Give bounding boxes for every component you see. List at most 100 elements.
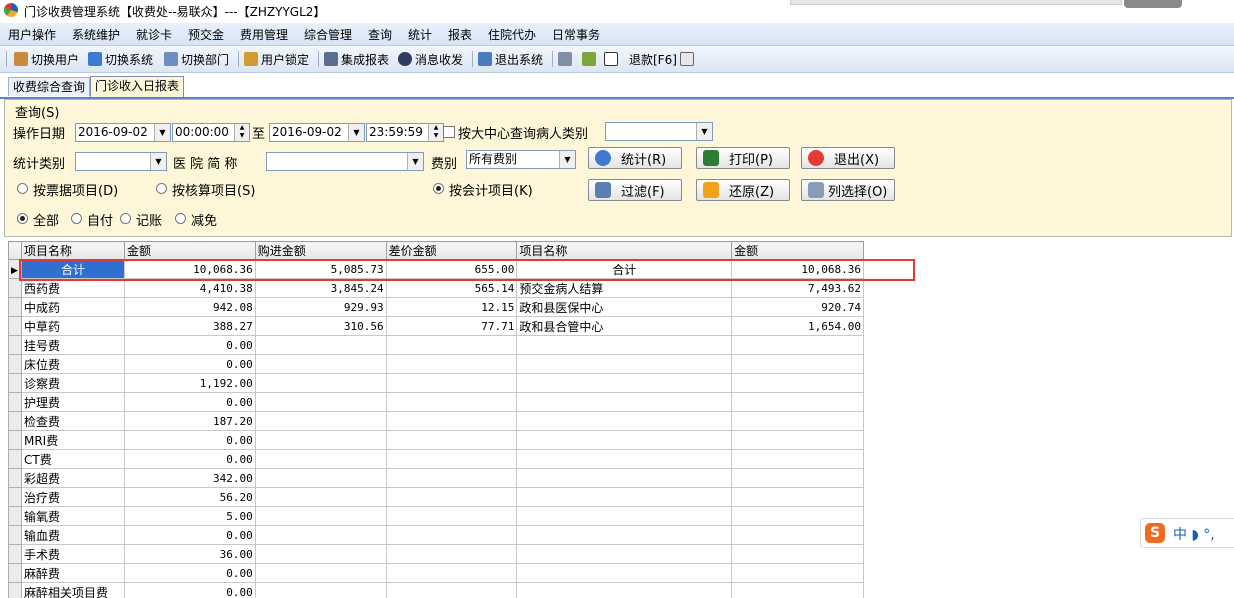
cell-item-name-2[interactable] <box>516 354 733 374</box>
chevron-down-icon[interactable]: ▼ <box>696 123 712 140</box>
cell-item-name-2[interactable]: 合计 <box>516 259 733 279</box>
col-header-amount-2[interactable]: 金额 <box>731 241 864 260</box>
end-date-picker[interactable]: 2016-09-02 ▼ <box>269 123 365 142</box>
cell-diff-amount[interactable] <box>385 392 518 412</box>
menu-user-ops[interactable]: 用户操作 <box>8 26 56 43</box>
cell-amount[interactable]: 0.00 <box>123 582 256 598</box>
cell-item-name[interactable]: 麻醉相关项目费 <box>20 582 125 598</box>
menu-visit-card[interactable]: 就诊卡 <box>136 26 172 43</box>
menu-comprehensive[interactable]: 综合管理 <box>304 26 352 43</box>
cell-diff-amount[interactable] <box>385 582 518 598</box>
table-row[interactable]: 床位费 0.00 <box>8 354 864 374</box>
table-row[interactable]: 麻醉费 0.00 <box>8 563 864 583</box>
refund-button[interactable]: 退款[F6] <box>604 50 677 68</box>
ime-toolbar[interactable]: S 中 ◗ °, <box>1140 518 1234 548</box>
cell-amount[interactable]: 4,410.38 <box>123 278 256 298</box>
cell-amount[interactable]: 0.00 <box>123 335 256 355</box>
cell-purchase-amount[interactable] <box>254 354 387 374</box>
hospital-select[interactable]: ▼ <box>266 152 424 171</box>
cell-purchase-amount[interactable] <box>254 430 387 450</box>
cell-amount[interactable]: 1,192.00 <box>123 373 256 393</box>
col-header-purchase-amount[interactable]: 购进金额 <box>254 241 387 260</box>
menu-fee-management[interactable]: 费用管理 <box>240 26 288 43</box>
fee-type-select[interactable]: 所有费别 ▼ <box>466 150 576 169</box>
cell-item-name-2[interactable] <box>516 449 733 469</box>
stat-type-select[interactable]: ▼ <box>75 152 167 171</box>
radio-bill-item[interactable] <box>17 183 28 194</box>
row-indicator[interactable] <box>8 278 22 298</box>
table-row[interactable]: 治疗费 56.20 <box>8 487 864 507</box>
table-row[interactable]: 中草药 388.27 310.56 77.71 政和县合管中心 1,654.00 <box>8 316 864 336</box>
row-indicator[interactable] <box>8 430 22 450</box>
cell-amount-2[interactable] <box>731 335 864 355</box>
menu-prepayment[interactable]: 预交金 <box>188 26 224 43</box>
table-row[interactable]: CT费 0.00 <box>8 449 864 469</box>
menu-query[interactable]: 查询 <box>368 26 392 43</box>
row-indicator[interactable] <box>8 411 22 431</box>
cell-purchase-amount[interactable] <box>254 373 387 393</box>
cell-amount[interactable]: 0.00 <box>123 354 256 374</box>
cell-diff-amount[interactable] <box>385 430 518 450</box>
cell-item-name-2[interactable] <box>516 544 733 564</box>
start-time-field[interactable]: 00:00:00 ▲ ▼ <box>172 123 250 142</box>
chevron-down-icon[interactable]: ▼ <box>407 153 423 170</box>
cell-item-name[interactable]: 中成药 <box>20 297 125 317</box>
menu-inpatient-agency[interactable]: 住院代办 <box>488 26 536 43</box>
notes-tool-button[interactable] <box>680 50 697 68</box>
cell-amount[interactable]: 5.00 <box>123 506 256 526</box>
tab-daily-income-report[interactable]: 门诊收入日报表 <box>90 76 185 97</box>
table-row[interactable]: 输血费 0.00 <box>8 525 864 545</box>
row-indicator[interactable] <box>8 297 22 317</box>
cell-amount[interactable]: 0.00 <box>123 449 256 469</box>
cell-item-name[interactable]: 诊察费 <box>20 373 125 393</box>
message-button[interactable]: 消息收发 <box>398 50 463 68</box>
cell-amount-2[interactable]: 10,068.36 <box>731 259 864 279</box>
cell-item-name[interactable]: 麻醉费 <box>20 563 125 583</box>
cell-purchase-amount[interactable] <box>254 506 387 526</box>
cell-amount-2[interactable] <box>731 582 864 598</box>
row-indicator[interactable] <box>8 563 22 583</box>
cell-item-name[interactable]: 手术费 <box>20 544 125 564</box>
cell-purchase-amount[interactable] <box>254 563 387 583</box>
row-indicator[interactable] <box>8 373 22 393</box>
col-header-item-name[interactable]: 项目名称 <box>20 241 125 260</box>
chevron-down-icon[interactable]: ▼ <box>348 124 364 141</box>
row-indicator[interactable] <box>8 468 22 488</box>
cell-item-name[interactable]: 床位费 <box>20 354 125 374</box>
cell-purchase-amount[interactable]: 3,845.24 <box>254 278 387 298</box>
cell-item-name[interactable]: MRI费 <box>20 430 125 450</box>
cell-item-name[interactable]: 输血费 <box>20 525 125 545</box>
row-indicator[interactable] <box>8 449 22 469</box>
menu-system-maintenance[interactable]: 系统维护 <box>72 26 120 43</box>
cell-amount-2[interactable] <box>731 411 864 431</box>
restore-button[interactable]: 还原(Z) <box>696 179 790 201</box>
cell-item-name-2[interactable] <box>516 582 733 598</box>
cell-diff-amount[interactable] <box>385 525 518 545</box>
cell-amount-2[interactable] <box>731 525 864 545</box>
radio-account-item[interactable] <box>433 183 444 194</box>
cell-item-name[interactable]: 治疗费 <box>20 487 125 507</box>
cell-purchase-amount[interactable]: 929.93 <box>254 297 387 317</box>
cell-amount[interactable]: 942.08 <box>123 297 256 317</box>
patient-type-select[interactable]: ▼ <box>605 122 713 141</box>
window-handle[interactable] <box>1124 0 1182 8</box>
cell-diff-amount[interactable] <box>385 506 518 526</box>
cell-item-name-2[interactable] <box>516 335 733 355</box>
radio-all[interactable] <box>17 213 28 224</box>
row-indicator[interactable] <box>8 525 22 545</box>
cell-amount[interactable]: 187.20 <box>123 411 256 431</box>
cell-purchase-amount[interactable] <box>254 544 387 564</box>
cell-item-name-2[interactable] <box>516 430 733 450</box>
lock-user-button[interactable]: 用户锁定 <box>244 50 309 68</box>
menu-daily-affairs[interactable]: 日常事务 <box>552 26 600 43</box>
cell-item-name[interactable]: 彩超费 <box>20 468 125 488</box>
cell-amount[interactable]: 10,068.36 <box>123 259 256 279</box>
menu-reports[interactable]: 报表 <box>448 26 472 43</box>
table-row[interactable]: 护理费 0.00 <box>8 392 864 412</box>
cell-item-name-2[interactable] <box>516 373 733 393</box>
menu-statistics[interactable]: 统计 <box>408 26 432 43</box>
table-row[interactable]: 彩超费 342.00 <box>8 468 864 488</box>
chevron-down-icon[interactable]: ▼ <box>154 124 170 141</box>
report-grid[interactable]: 项目名称 金额 购进金额 差价金额 项目名称 金额 ▶ 合计 10,068.36 5,… <box>8 241 864 598</box>
cell-purchase-amount[interactable] <box>254 525 387 545</box>
